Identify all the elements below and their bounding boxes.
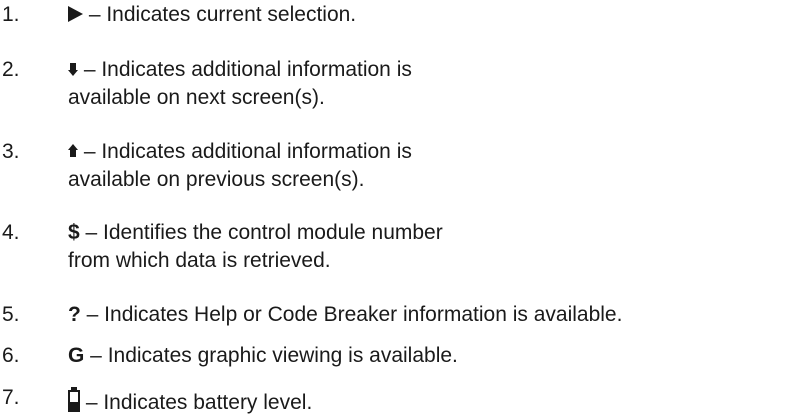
arrow-up-icon <box>68 144 78 158</box>
item-description: – Indicates additional information is <box>78 58 412 81</box>
item-description: – Indicates current selection. <box>83 3 357 26</box>
item-number: 7. <box>2 386 20 409</box>
graphic-g-icon: G <box>68 344 85 367</box>
item-description: – Indicates additional information is <box>78 140 412 163</box>
item-number: 3. <box>2 140 20 163</box>
item-description: – Indicates battery level. <box>80 391 313 414</box>
item-description-continued: available on next screen(s). <box>68 86 325 109</box>
symbol-legend-list: 1. – Indicates current selection. 2. – I… <box>0 0 792 419</box>
arrow-down-icon <box>68 62 78 76</box>
item-number: 4. <box>2 221 20 244</box>
item-number: 6. <box>2 344 20 367</box>
dollar-sign-icon: $ <box>68 221 80 244</box>
current-selection-triangle-icon <box>68 6 83 22</box>
item-description: – Indicates Help or Code Breaker informa… <box>80 303 623 326</box>
item-number: 1. <box>2 3 20 26</box>
item-description-continued: from which data is retrieved. <box>68 249 331 272</box>
item-description-continued: available on previous screen(s). <box>68 168 365 191</box>
question-mark-icon: ? <box>68 303 81 326</box>
item-number: 2. <box>2 58 20 81</box>
item-number: 5. <box>2 303 20 326</box>
item-description: – Indicates graphic viewing is available… <box>84 344 458 367</box>
battery-icon <box>68 387 80 412</box>
item-description: – Identifies the control module number <box>79 221 443 244</box>
